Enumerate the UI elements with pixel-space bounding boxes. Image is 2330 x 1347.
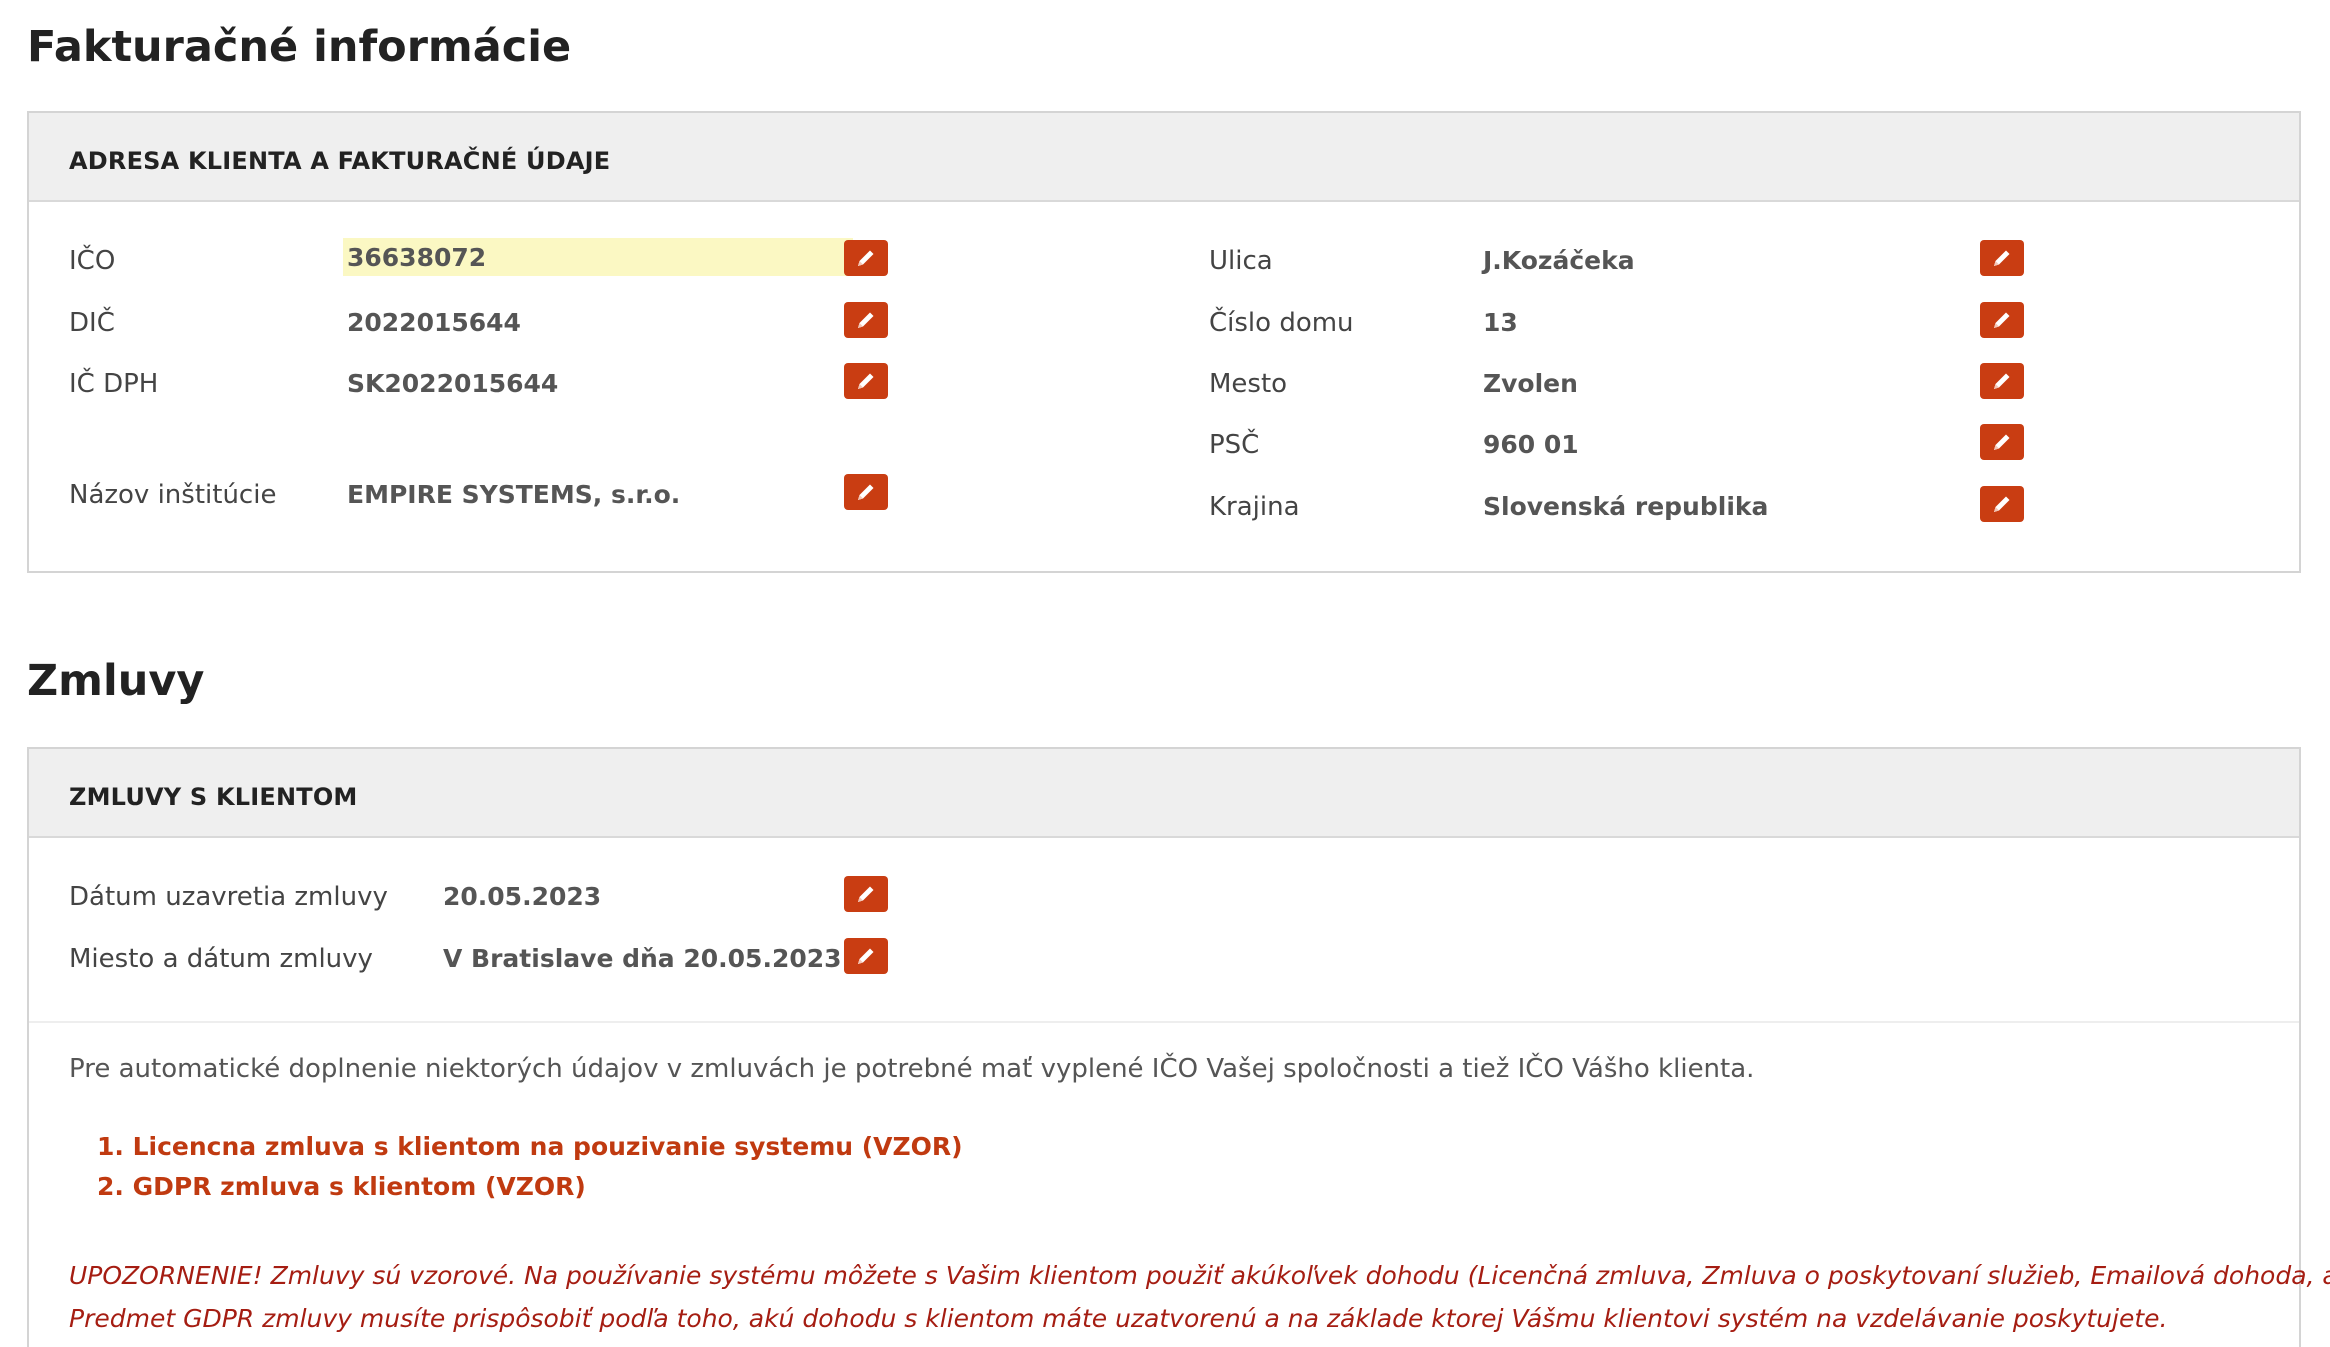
pencil-icon: [1994, 496, 2010, 512]
edit-postal-code-button[interactable]: [1980, 424, 2024, 460]
billing-section-title: Fakturačné informácie: [27, 22, 572, 72]
street-label: Ulica: [1209, 246, 1273, 276]
contracts-panel-header: ZMLUVY S KLIENTOM: [29, 749, 2299, 838]
contract-date-value: 20.05.2023: [443, 882, 602, 911]
billing-row-dic: DIČ 2022015644: [29, 300, 1129, 344]
billing-row-icdph: IČ DPH SK2022015644: [29, 361, 1129, 405]
billing-row-city: Mesto Zvolen: [1209, 361, 2259, 405]
contracts-info-text: Pre automatické doplnenie niektorých úda…: [69, 1054, 1755, 1084]
dic-value: 2022015644: [347, 308, 521, 337]
edit-contract-date-button[interactable]: [844, 876, 888, 912]
ico-label: IČO: [69, 246, 116, 276]
country-label: Krajina: [1209, 492, 1300, 522]
billing-row-postal-code: PSČ 960 01: [1209, 422, 2259, 466]
gdpr-contract-link[interactable]: 2. GDPR zmluva s klientom (VZOR): [97, 1172, 586, 1201]
list-item: 2. GDPR zmluva s klientom (VZOR): [97, 1167, 963, 1207]
pencil-icon: [858, 948, 874, 964]
edit-contract-place-button[interactable]: [844, 938, 888, 974]
contracts-warning: UPOZORNENIE! Zmluvy sú vzorové. Na použí…: [69, 1254, 2330, 1340]
billing-row-ico: IČO 36638072: [29, 238, 1129, 282]
city-label: Mesto: [1209, 369, 1288, 399]
billing-row-house-number: Číslo domu 13: [1209, 300, 2259, 344]
pencil-icon: [858, 886, 874, 902]
house-number-value: 13: [1483, 308, 1518, 337]
edit-country-button[interactable]: [1980, 486, 2024, 522]
contract-place-value: V Bratislave dňa 20.05.2023: [443, 944, 842, 973]
dic-label: DIČ: [69, 308, 115, 338]
pencil-icon: [858, 312, 874, 328]
edit-ico-button[interactable]: [844, 240, 888, 276]
icdph-value: SK2022015644: [347, 369, 559, 398]
icdph-label: IČ DPH: [69, 369, 159, 399]
contract-date-label: Dátum uzavretia zmluvy: [69, 882, 388, 912]
edit-street-button[interactable]: [1980, 240, 2024, 276]
contracts-divider: [29, 1021, 2299, 1023]
pencil-icon: [858, 484, 874, 500]
pencil-icon: [1994, 373, 2010, 389]
warning-line-1: UPOZORNENIE! Zmluvy sú vzorové. Na použí…: [69, 1261, 2330, 1290]
billing-panel-header: ADRESA KLIENTA A FAKTURAČNÉ ÚDAJE: [29, 113, 2299, 202]
contract-place-label: Miesto a dátum zmluvy: [69, 944, 373, 974]
billing-row-street: Ulica J.Kozáčeka: [1209, 238, 2259, 282]
edit-institution-button[interactable]: [844, 474, 888, 510]
edit-house-number-button[interactable]: [1980, 302, 2024, 338]
house-number-label: Číslo domu: [1209, 308, 1354, 338]
street-value: J.Kozáčeka: [1483, 246, 1635, 275]
contract-documents-list: 1. Licencna zmluva s klientom na pouziva…: [97, 1127, 963, 1207]
institution-value: EMPIRE SYSTEMS, s.r.o.: [347, 480, 681, 509]
contracts-section-title: Zmluvy: [27, 656, 205, 706]
pencil-icon: [1994, 312, 2010, 328]
contracts-panel: ZMLUVY S KLIENTOM Dátum uzavretia zmluvy…: [27, 747, 2330, 1347]
pencil-icon: [858, 373, 874, 389]
billing-row-institution: Názov inštitúcie EMPIRE SYSTEMS, s.r.o.: [29, 472, 1129, 516]
institution-label: Názov inštitúcie: [69, 480, 277, 510]
pencil-icon: [1994, 434, 2010, 450]
pencil-icon: [858, 250, 874, 266]
edit-dic-button[interactable]: [844, 302, 888, 338]
contract-row-date: Dátum uzavretia zmluvy 20.05.2023: [29, 874, 1129, 918]
ico-value[interactable]: 36638072: [343, 238, 853, 276]
contract-row-place: Miesto a dátum zmluvy V Bratislave dňa 2…: [29, 936, 1129, 980]
billing-row-country: Krajina Slovenská republika: [1209, 484, 2259, 528]
contracts-panel-title: ZMLUVY S KLIENTOM: [69, 783, 358, 811]
city-value: Zvolen: [1483, 369, 1578, 398]
postal-code-value: 960 01: [1483, 430, 1579, 459]
edit-icdph-button[interactable]: [844, 363, 888, 399]
billing-panel-title: ADRESA KLIENTA A FAKTURAČNÉ ÚDAJE: [69, 147, 611, 175]
postal-code-label: PSČ: [1209, 430, 1260, 460]
country-value: Slovenská republika: [1483, 492, 1769, 521]
billing-panel: ADRESA KLIENTA A FAKTURAČNÉ ÚDAJE IČO 36…: [27, 111, 2301, 573]
warning-line-2: Predmet GDPR zmluvy musíte prispôsobiť p…: [69, 1304, 2168, 1333]
list-item: 1. Licencna zmluva s klientom na pouziva…: [97, 1127, 963, 1167]
license-contract-link[interactable]: 1. Licencna zmluva s klientom na pouziva…: [97, 1132, 963, 1161]
pencil-icon: [1994, 250, 2010, 266]
edit-city-button[interactable]: [1980, 363, 2024, 399]
